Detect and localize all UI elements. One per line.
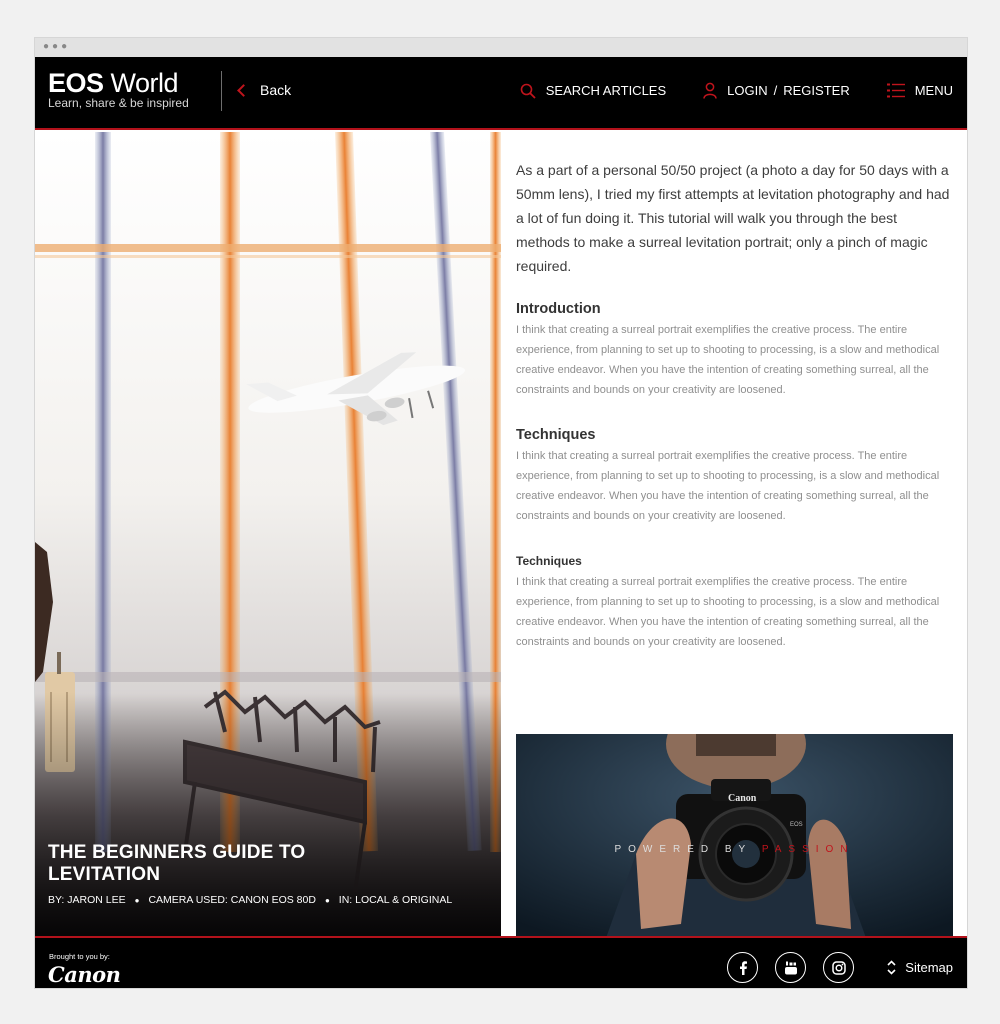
logo-title: EOS World <box>48 68 189 98</box>
search-icon <box>520 83 536 99</box>
youtube-icon <box>784 961 797 974</box>
airport-window-illustration <box>35 132 501 936</box>
nav-divider <box>221 71 222 111</box>
logo-title-bold: EOS <box>48 68 104 98</box>
window-dots-icon: ●●● <box>43 41 71 52</box>
top-navigation: EOS World Learn, share & be inspired Bac… <box>35 57 967 130</box>
section-heading: Introduction <box>516 301 601 317</box>
instagram-icon <box>831 960 846 975</box>
user-icon <box>703 82 717 99</box>
menu-button[interactable]: MENU <box>886 83 953 98</box>
category-link[interactable]: IN: LOCAL & ORIGINAL <box>339 894 452 906</box>
article-title: THE BEGINNERS GUIDE TO LEVITATION <box>48 842 306 885</box>
tagline-red: PASSION <box>761 844 855 855</box>
facebook-icon <box>739 960 747 975</box>
back-label: Back <box>260 82 292 98</box>
sitemap-label: Sitemap <box>905 960 953 975</box>
nav-right-group: SEARCH ARTICLES LOGIN / REGISTER MENU <box>483 82 953 99</box>
hero-image: THE BEGINNERS GUIDE TO LEVITATION BY: JA… <box>35 132 501 936</box>
article-intro: As a part of a personal 50/50 project (a… <box>516 162 950 274</box>
article-meta: BY: JARON LEE ● CAMERA USED: CANON EOS 8… <box>48 894 452 906</box>
camera-brand-text: Canon <box>728 793 757 804</box>
author-link[interactable]: BY: JARON LEE <box>48 894 126 906</box>
browser-title-bar: ●●● <box>35 38 967 57</box>
search-articles-label: SEARCH ARTICLES <box>545 83 667 98</box>
menu-list-icon <box>886 83 905 98</box>
login-register-link[interactable]: LOGIN / REGISTER <box>703 82 850 99</box>
tagline-white: POWERED BY <box>614 844 762 855</box>
meta-separator: ● <box>324 895 330 905</box>
photographer-illustration: Canon EOS <box>516 734 953 936</box>
logo-tagline: Learn, share & be inspired <box>48 96 189 110</box>
chevron-left-icon <box>237 83 250 97</box>
sitemap-link[interactable]: Sitemap <box>887 960 953 975</box>
logo-title-light: World <box>110 68 179 98</box>
camera-photo: Canon EOS POWERED BY PASSION <box>516 734 953 936</box>
article-content: As a part of a personal 50/50 project (a… <box>516 132 953 936</box>
canon-logo[interactable]: Canon <box>48 962 121 987</box>
brought-to-you-label: Brought to you by: <box>49 952 110 961</box>
search-articles-link[interactable]: SEARCH ARTICLES <box>520 83 666 99</box>
section-body: I think that creating a surreal portrait… <box>516 324 940 396</box>
section-heading: Techniques <box>516 554 582 568</box>
menu-label: MENU <box>914 83 953 98</box>
camera-model-badge: EOS <box>790 822 803 828</box>
login-slash: / <box>773 83 778 98</box>
register-label[interactable]: REGISTER <box>783 83 849 98</box>
eos-world-logo[interactable]: EOS World Learn, share & be inspired <box>48 68 189 111</box>
section-body: I think that creating a surreal portrait… <box>516 576 940 648</box>
facebook-button[interactable] <box>727 952 758 983</box>
login-label[interactable]: LOGIN <box>727 83 767 98</box>
back-button[interactable]: Back <box>237 82 292 98</box>
youtube-button[interactable] <box>775 952 806 983</box>
instagram-button[interactable] <box>823 952 854 983</box>
expand-arrows-icon <box>887 960 896 975</box>
section-heading: Techniques <box>516 427 596 443</box>
section-body: I think that creating a surreal portrait… <box>516 450 940 522</box>
powered-by-passion-tagline: POWERED BY PASSION <box>516 844 953 855</box>
camera-used-link[interactable]: CAMERA USED: CANON EOS 80D <box>148 894 315 906</box>
meta-separator: ● <box>134 895 140 905</box>
footer: Brought to you by: Canon Sitemap <box>35 936 967 988</box>
browser-window: ●●● EOS World Learn, share & be inspired… <box>34 37 968 989</box>
hero-caption: THE BEGINNERS GUIDE TO LEVITATION BY: JA… <box>48 842 452 906</box>
